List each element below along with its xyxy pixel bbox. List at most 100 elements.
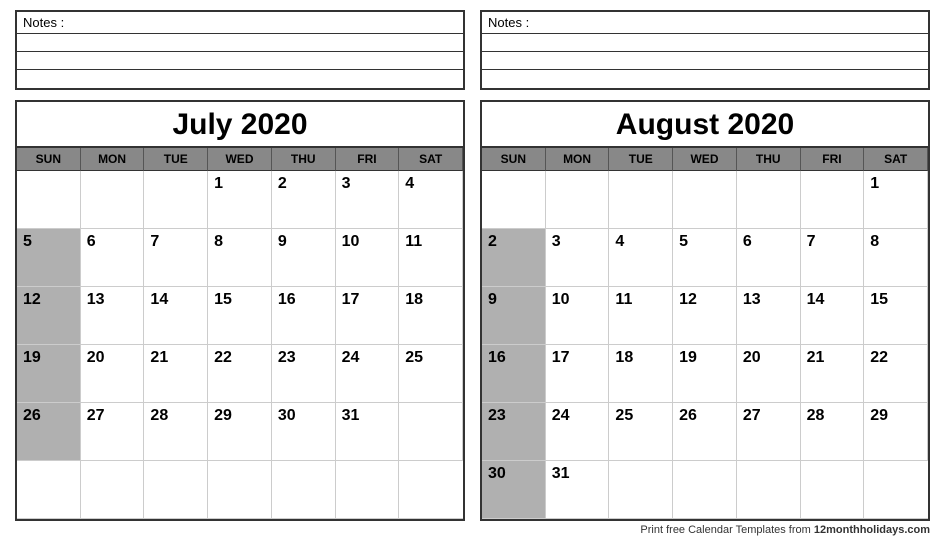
footer-site: 12monthholidays.com (814, 524, 930, 536)
cal-cell: 26 (673, 403, 737, 461)
cal-cell (17, 171, 81, 229)
cal-cell: 7 (801, 229, 865, 287)
notes-section: Notes : Notes : (15, 10, 930, 90)
cal-cell (399, 403, 463, 461)
notes-right: Notes : (480, 10, 930, 90)
cal-cell (801, 461, 865, 519)
notes-left: Notes : (15, 10, 465, 90)
cal-cell: 24 (336, 345, 400, 403)
cal-header-wed: WED (673, 148, 737, 171)
cal-cell: 2 (482, 229, 546, 287)
notes-left-line1 (17, 34, 463, 52)
cal-cell: 15 (864, 287, 928, 345)
cal-cell: 9 (272, 229, 336, 287)
notes-left-line3 (17, 70, 463, 88)
calendars-section: July 2020 SUNMONTUEWEDTHUFRISAT123456789… (15, 100, 930, 521)
cal-cell: 4 (609, 229, 673, 287)
cal-cell (144, 171, 208, 229)
cal-cell: 19 (673, 345, 737, 403)
cal-cell: 17 (546, 345, 610, 403)
cal-header-fri: FRI (801, 148, 865, 171)
cal-cell: 15 (208, 287, 272, 345)
footer: Print free Calendar Templates from 12mon… (15, 521, 930, 536)
cal-cell: 17 (336, 287, 400, 345)
cal-cell (336, 461, 400, 519)
cal-cell: 14 (801, 287, 865, 345)
cal-cell: 27 (737, 403, 801, 461)
cal-cell: 16 (482, 345, 546, 403)
august-calendar: August 2020 SUNMONTUEWEDTHUFRISAT1234567… (480, 100, 930, 521)
cal-header-mon: MON (546, 148, 610, 171)
cal-cell: 1 (208, 171, 272, 229)
july-grid: SUNMONTUEWEDTHUFRISAT1234567891011121314… (17, 148, 463, 519)
cal-cell: 12 (17, 287, 81, 345)
cal-cell: 21 (801, 345, 865, 403)
cal-header-mon: MON (81, 148, 145, 171)
cal-cell: 22 (864, 345, 928, 403)
cal-cell (737, 461, 801, 519)
cal-cell (272, 461, 336, 519)
notes-right-line3 (482, 70, 928, 88)
cal-cell (737, 171, 801, 229)
cal-cell (609, 171, 673, 229)
cal-cell: 31 (336, 403, 400, 461)
cal-header-fri: FRI (336, 148, 400, 171)
cal-header-sat: SAT (864, 148, 928, 171)
cal-cell (801, 171, 865, 229)
cal-cell: 29 (864, 403, 928, 461)
cal-cell (482, 171, 546, 229)
notes-right-label: Notes : (482, 12, 928, 34)
notes-left-line2 (17, 52, 463, 70)
cal-cell: 20 (737, 345, 801, 403)
cal-cell: 24 (546, 403, 610, 461)
cal-cell (17, 461, 81, 519)
cal-cell: 16 (272, 287, 336, 345)
cal-cell: 18 (399, 287, 463, 345)
cal-cell (144, 461, 208, 519)
cal-cell (864, 461, 928, 519)
cal-cell: 18 (609, 345, 673, 403)
cal-cell: 23 (482, 403, 546, 461)
cal-cell: 27 (81, 403, 145, 461)
cal-header-thu: THU (272, 148, 336, 171)
july-title: July 2020 (17, 102, 463, 148)
cal-cell: 28 (801, 403, 865, 461)
cal-cell: 11 (399, 229, 463, 287)
cal-cell: 1 (864, 171, 928, 229)
cal-cell: 25 (609, 403, 673, 461)
cal-cell (673, 171, 737, 229)
cal-header-sun: SUN (482, 148, 546, 171)
cal-cell (81, 461, 145, 519)
cal-cell: 22 (208, 345, 272, 403)
notes-left-label: Notes : (17, 12, 463, 34)
august-title: August 2020 (482, 102, 928, 148)
cal-cell: 20 (81, 345, 145, 403)
cal-cell: 13 (81, 287, 145, 345)
cal-header-sun: SUN (17, 148, 81, 171)
cal-cell: 29 (208, 403, 272, 461)
notes-right-line2 (482, 52, 928, 70)
august-grid: SUNMONTUEWEDTHUFRISAT1234567891011121314… (482, 148, 928, 519)
cal-cell: 8 (208, 229, 272, 287)
cal-cell (81, 171, 145, 229)
cal-cell: 23 (272, 345, 336, 403)
cal-cell: 4 (399, 171, 463, 229)
cal-cell: 19 (17, 345, 81, 403)
cal-cell (208, 461, 272, 519)
cal-header-sat: SAT (399, 148, 463, 171)
cal-cell (673, 461, 737, 519)
footer-text: Print free Calendar Templates from (640, 524, 813, 536)
cal-cell: 5 (17, 229, 81, 287)
cal-cell: 25 (399, 345, 463, 403)
cal-cell: 10 (546, 287, 610, 345)
cal-cell: 3 (546, 229, 610, 287)
cal-cell: 12 (673, 287, 737, 345)
cal-cell: 21 (144, 345, 208, 403)
cal-header-thu: THU (737, 148, 801, 171)
july-calendar: July 2020 SUNMONTUEWEDTHUFRISAT123456789… (15, 100, 465, 521)
cal-header-wed: WED (208, 148, 272, 171)
cal-cell (609, 461, 673, 519)
cal-cell: 11 (609, 287, 673, 345)
cal-cell: 30 (482, 461, 546, 519)
cal-cell (546, 171, 610, 229)
